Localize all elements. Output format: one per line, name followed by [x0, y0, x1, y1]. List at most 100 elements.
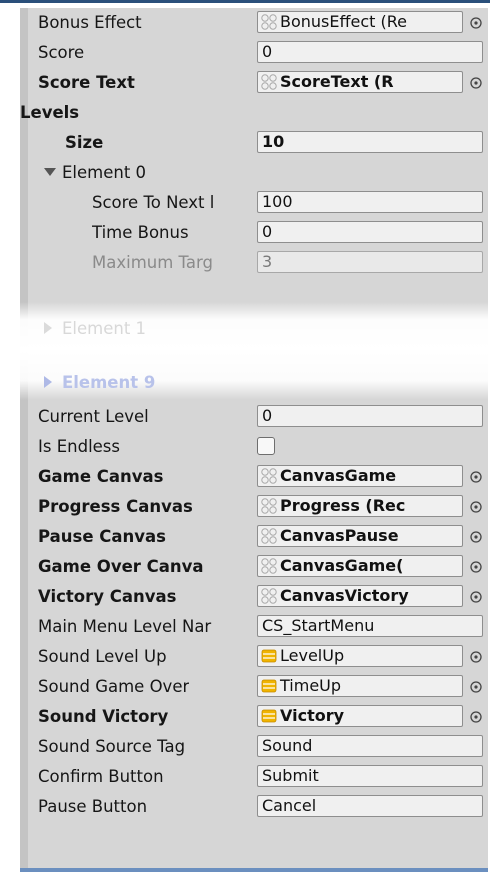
field-sound-game-over[interactable]: TimeUp: [257, 675, 463, 697]
audioclip-icon: [261, 709, 277, 723]
object-picker-icon[interactable]: [469, 590, 483, 604]
panel-bottom-border: [20, 868, 488, 872]
field-time-bonus[interactable]: 0: [257, 221, 483, 243]
row-confirm-button: Confirm Button Submit: [20, 762, 488, 792]
gameobject-icon: [261, 588, 277, 604]
label-current-level: Current Level: [38, 407, 149, 426]
value-victory-canvas: CanvasVictory: [280, 586, 409, 605]
label-sound-victory: Sound Victory: [38, 707, 169, 726]
gameobject-icon: [261, 528, 277, 544]
gameobject-icon: [261, 74, 277, 90]
row-sound-source-tag: Sound Source Tag Sound: [20, 732, 488, 762]
field-bonus-effect[interactable]: BonusEffect (Re: [257, 11, 463, 33]
object-picker-icon[interactable]: [469, 500, 483, 514]
row-time-bonus: Time Bonus 0: [20, 218, 488, 248]
label-is-endless: Is Endless: [38, 437, 120, 456]
label-sound-level-up: Sound Level Up: [38, 647, 167, 666]
row-main-menu-level-name: Main Menu Level Nar CS_StartMenu: [20, 612, 488, 642]
label-element-0: Element 0: [62, 163, 147, 182]
label-sound-game-over: Sound Game Over: [38, 677, 190, 696]
label-element-1: Element 1: [62, 319, 147, 338]
label-confirm-button: Confirm Button: [38, 767, 164, 786]
row-pause-canvas: Pause Canvas CanvasPause: [20, 522, 488, 552]
field-victory-canvas[interactable]: CanvasVictory: [257, 585, 463, 607]
field-score-text[interactable]: ScoreText (R: [257, 71, 463, 93]
label-game-over-canvas: Game Over Canva: [38, 557, 204, 576]
foldout-open-icon[interactable]: [44, 168, 56, 176]
field-progress-canvas[interactable]: Progress (Rec: [257, 495, 463, 517]
object-picker-icon[interactable]: [469, 710, 483, 724]
row-levels[interactable]: Levels: [20, 98, 488, 128]
value-progress-canvas: Progress (Rec: [280, 496, 406, 515]
row-current-level: Current Level 0: [20, 402, 488, 432]
row-element-0[interactable]: Element 0: [20, 158, 488, 188]
value-score-text: ScoreText (R: [280, 72, 394, 91]
field-confirm-button[interactable]: Submit: [257, 765, 483, 787]
object-picker-icon[interactable]: [469, 650, 483, 664]
foldout-closed-icon[interactable]: [44, 322, 52, 334]
row-score-to-next-level: Score To Next l 100: [20, 188, 488, 218]
audioclip-icon: [261, 679, 277, 693]
object-picker-icon[interactable]: [469, 530, 483, 544]
value-pause-canvas: CanvasPause: [280, 526, 399, 545]
field-sound-level-up[interactable]: LevelUp: [257, 645, 463, 667]
value-game-over-canvas: CanvasGame(: [280, 556, 404, 575]
field-sound-victory[interactable]: Victory: [257, 705, 463, 727]
row-score: Score 0: [20, 38, 488, 68]
row-element-9[interactable]: Element 9: [20, 370, 488, 400]
label-score-to-next-level: Score To Next l: [92, 193, 215, 212]
row-size: Size 10: [20, 128, 488, 158]
label-score-text: Score Text: [38, 73, 135, 92]
field-score-to-next-level[interactable]: 100: [257, 191, 483, 213]
label-progress-canvas: Progress Canvas: [38, 497, 193, 516]
window-top-border: [0, 0, 490, 3]
row-sound-victory: Sound Victory Victory: [20, 702, 488, 732]
label-pause-button: Pause Button: [38, 797, 148, 816]
row-game-canvas: Game Canvas CanvasGame: [20, 462, 488, 492]
field-size[interactable]: 10: [257, 131, 483, 153]
label-sound-source-tag: Sound Source Tag: [38, 737, 186, 756]
row-game-over-canvas: Game Over Canva CanvasGame(: [20, 552, 488, 582]
audioclip-icon: [261, 649, 277, 663]
label-element-9: Element 9: [62, 373, 156, 392]
field-game-over-canvas[interactable]: CanvasGame(: [257, 555, 463, 577]
field-score[interactable]: 0: [257, 41, 483, 63]
value-sound-level-up: LevelUp: [280, 646, 345, 665]
gameobject-icon: [261, 468, 277, 484]
field-pause-canvas[interactable]: CanvasPause: [257, 525, 463, 547]
object-picker-icon[interactable]: [469, 16, 483, 30]
row-maximum-targets: Maximum Targ 3: [20, 248, 488, 278]
value-bonus-effect: BonusEffect (Re: [280, 12, 407, 31]
field-maximum-targets[interactable]: 3: [257, 251, 483, 273]
object-picker-icon[interactable]: [469, 560, 483, 574]
field-main-menu-level-name[interactable]: CS_StartMenu: [257, 615, 483, 637]
label-bonus-effect: Bonus Effect: [38, 13, 142, 32]
row-element-1[interactable]: Element 1: [20, 316, 488, 346]
row-bonus-effect: Bonus Effect BonusEffect (Re: [20, 8, 488, 38]
label-game-canvas: Game Canvas: [38, 467, 164, 486]
row-victory-canvas: Victory Canvas CanvasVictory: [20, 582, 488, 612]
row-sound-level-up: Sound Level Up LevelUp: [20, 642, 488, 672]
field-game-canvas[interactable]: CanvasGame: [257, 465, 463, 487]
label-time-bonus: Time Bonus: [92, 223, 189, 242]
row-progress-canvas: Progress Canvas Progress (Rec: [20, 492, 488, 522]
foldout-closed-icon[interactable]: [44, 376, 52, 388]
object-picker-icon[interactable]: [469, 680, 483, 694]
value-game-canvas: CanvasGame: [280, 466, 397, 485]
value-sound-game-over: TimeUp: [280, 676, 342, 695]
label-levels: Levels: [20, 103, 80, 122]
inspector-panel: Bonus Effect BonusEffect (Re Score 0 Sco…: [20, 8, 488, 872]
row-is-endless: Is Endless: [20, 432, 488, 462]
label-victory-canvas: Victory Canvas: [38, 587, 177, 606]
gameobject-icon: [261, 558, 277, 574]
label-pause-canvas: Pause Canvas: [38, 527, 166, 546]
label-main-menu-level-name: Main Menu Level Nar: [38, 617, 212, 636]
object-picker-icon[interactable]: [469, 76, 483, 90]
field-pause-button[interactable]: Cancel: [257, 795, 483, 817]
object-picker-icon[interactable]: [469, 470, 483, 484]
field-sound-source-tag[interactable]: Sound: [257, 735, 483, 757]
field-current-level[interactable]: 0: [257, 405, 483, 427]
checkbox-is-endless[interactable]: [257, 437, 275, 455]
gameobject-icon: [261, 498, 277, 514]
label-maximum-targets: Maximum Targ: [92, 253, 213, 272]
